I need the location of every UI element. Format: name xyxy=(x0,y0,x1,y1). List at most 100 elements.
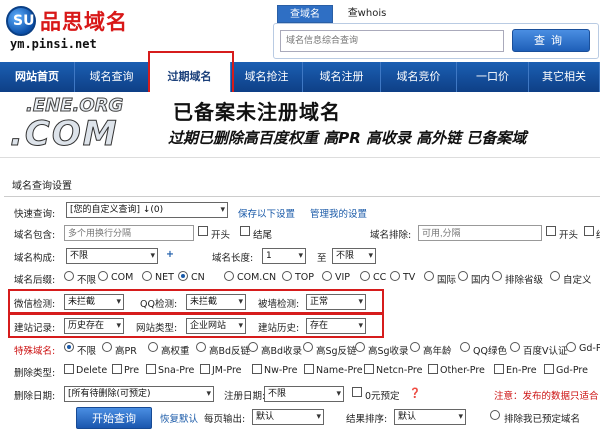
contains-start-checkbox[interactable] xyxy=(198,226,208,236)
suffix-row-radio[interactable] xyxy=(224,271,234,281)
delete-type-checkbox[interactable] xyxy=(494,364,504,374)
delete-type-option-text: Pre xyxy=(124,365,140,376)
compose-select[interactable]: 不限 xyxy=(66,248,158,264)
delete-type-checkbox[interactable] xyxy=(200,364,210,374)
logo-domain: ym.pinsi.net xyxy=(10,37,97,51)
delete-type-checkbox[interactable] xyxy=(252,364,262,374)
special-row-radio[interactable] xyxy=(460,342,470,352)
exclude-reserved-text: 排除我已预定域名 xyxy=(504,414,581,425)
promo-banner[interactable]: .ENE.ORG .COM 已备案未注册域名 过期已删除高百度权重 高PR 高收… xyxy=(0,92,600,158)
suffix-row-option-text: 国际 xyxy=(437,275,457,286)
delete-type-checkbox[interactable] xyxy=(544,364,554,374)
exclude-input[interactable] xyxy=(418,225,542,241)
start-query-button[interactable]: 开始查询 xyxy=(76,407,152,429)
special-row-option-text: 高权重 xyxy=(161,346,190,357)
tab-whois[interactable]: 查whois xyxy=(339,5,395,23)
delete-type-checkbox[interactable] xyxy=(304,364,314,374)
suffix-row-radio[interactable] xyxy=(178,271,188,281)
per-page-label: 每页输出: xyxy=(204,414,246,425)
special-row-option-text: 高年龄 xyxy=(423,346,452,357)
suffix-row-radio[interactable] xyxy=(360,271,370,281)
special-row-option-text: 高Bd反链 xyxy=(209,346,251,357)
delete-type-checkbox[interactable] xyxy=(428,364,438,374)
row-actions: 开始查询 恢复默认 每页输出: 默认 结果排序: 默认 排除我已预定域名 xyxy=(14,407,600,429)
special-row-radio[interactable] xyxy=(303,342,313,352)
special-row-radio[interactable] xyxy=(248,342,258,352)
suffix-row-radio[interactable] xyxy=(424,271,434,281)
exclude-start-checkbox[interactable] xyxy=(546,226,556,236)
special-row-radio[interactable] xyxy=(566,342,576,352)
suffix-row-option-text: 不限 xyxy=(77,275,97,286)
suffix-row-option-text: 排除省级 xyxy=(505,275,544,286)
suffix-row-radio[interactable] xyxy=(322,271,332,281)
suffix-row-radio[interactable] xyxy=(142,271,152,281)
tab-domain-search[interactable]: 查域名 xyxy=(277,5,333,23)
special-row-radio[interactable] xyxy=(148,342,158,352)
nav-home[interactable]: 网站首页 xyxy=(0,62,75,92)
per-page-select[interactable]: 默认 xyxy=(252,409,324,425)
suffix-row-radio[interactable] xyxy=(64,271,74,281)
build-history-select[interactable]: 存在 xyxy=(306,318,366,334)
restore-default-link[interactable]: 恢复默认 xyxy=(160,411,198,425)
special-row-radio[interactable] xyxy=(410,342,420,352)
delete-date-select[interactable]: [所有待删除(可预定) xyxy=(64,386,214,402)
wall-select[interactable]: 正常 xyxy=(306,294,366,310)
sort-select[interactable]: 默认 xyxy=(394,409,466,425)
site-type-select[interactable]: 企业网站 xyxy=(186,318,246,334)
delete-type-checkbox[interactable] xyxy=(364,364,374,374)
nav-fixed-price[interactable]: 一口价 xyxy=(457,62,529,92)
qq-select[interactable]: 未拦截 xyxy=(186,294,246,310)
nav-others[interactable]: 其它相关 xyxy=(529,62,600,92)
delete-type-option-text: En-Pre xyxy=(506,365,537,376)
build-select[interactable]: 历史存在 xyxy=(64,318,124,334)
wechat-select[interactable]: 未拦截 xyxy=(64,294,124,310)
suffix-row-radio[interactable] xyxy=(550,271,560,281)
quick-query-select[interactable]: [您的自定义查询] ↓(0) xyxy=(66,202,228,218)
delete-type-checkbox[interactable] xyxy=(112,364,122,374)
length-min-select[interactable]: 1 xyxy=(262,248,306,264)
contains-end-checkbox[interactable] xyxy=(240,226,250,236)
suffix-row-option-text: NET xyxy=(155,272,174,283)
special-row-radio[interactable] xyxy=(510,342,520,352)
delete-type-checkbox[interactable] xyxy=(146,364,156,374)
special-row-radio[interactable] xyxy=(102,342,112,352)
length-to-text: 至 xyxy=(317,253,327,264)
nav-expired-domains[interactable]: 过期域名 xyxy=(149,62,231,92)
search-button[interactable]: 查询 xyxy=(512,29,590,52)
contains-input[interactable] xyxy=(64,225,194,241)
reg-date-select[interactable]: 不限 xyxy=(264,386,344,402)
nav-domain-query[interactable]: 域名查询 xyxy=(75,62,149,92)
suffix-row-radio[interactable] xyxy=(282,271,292,281)
price-zero-checkbox[interactable] xyxy=(352,387,362,397)
delete-type-option-text: Other-Pre xyxy=(440,365,485,376)
suffix-row-radio[interactable] xyxy=(492,271,502,281)
suffix-row-radio[interactable] xyxy=(458,271,468,281)
compose-add-icon[interactable]: + xyxy=(166,249,174,260)
length-max-select[interactable]: 不限 xyxy=(332,248,376,264)
delete-type-checkbox[interactable] xyxy=(64,364,74,374)
special-row-radio[interactable] xyxy=(355,342,365,352)
banner-subline: 过期已删除高百度权重 高PR 高收录 高外链 已备案域 xyxy=(168,129,527,147)
row-special: 特殊域名: 不限 高PR 高权重 高Bd反链 高Bd收录 高Sg反链 高Sg收录 高年龄 QQ绿… xyxy=(14,339,600,359)
help-icon[interactable]: ❓ xyxy=(409,388,421,399)
special-row-radio[interactable] xyxy=(196,342,206,352)
main-nav: 网站首页 域名查询 过期域名 域名抢注 域名注册 域名竞价 一口价 其它相关 xyxy=(0,62,600,92)
delete-type-option-text: Sna-Pre xyxy=(158,365,195,376)
nav-auction[interactable]: 域名竞价 xyxy=(381,62,457,92)
site-logo[interactable]: SU 品思域名 ym.pinsi.net xyxy=(6,4,186,54)
suffix-row-radio[interactable] xyxy=(390,271,400,281)
exclude-reserved-radio[interactable] xyxy=(490,410,500,420)
nav-register[interactable]: 域名注册 xyxy=(303,62,381,92)
suffix-row-option-text: CC xyxy=(373,272,387,283)
banner-headline: 已备案未注册域名 xyxy=(173,100,341,124)
special-row-option-text: QQ绿色 xyxy=(473,346,507,357)
row-suffix: 域名后缀: 不限 COM NET CN COM.CN TOP VIP CC TV 国际 国内 排除省级… xyxy=(14,268,600,288)
special-row-radio[interactable] xyxy=(64,342,74,352)
nav-backorder[interactable]: 域名抢注 xyxy=(231,62,303,92)
search-input[interactable] xyxy=(280,30,504,52)
exclude-end-checkbox[interactable] xyxy=(584,226,594,236)
save-settings-link[interactable]: 保存以下设置 xyxy=(238,206,295,220)
manage-settings-link[interactable]: 管理我的设置 xyxy=(310,206,367,220)
suffix-row-radio[interactable] xyxy=(98,271,108,281)
build-history-label: 建站历史: xyxy=(258,323,300,334)
